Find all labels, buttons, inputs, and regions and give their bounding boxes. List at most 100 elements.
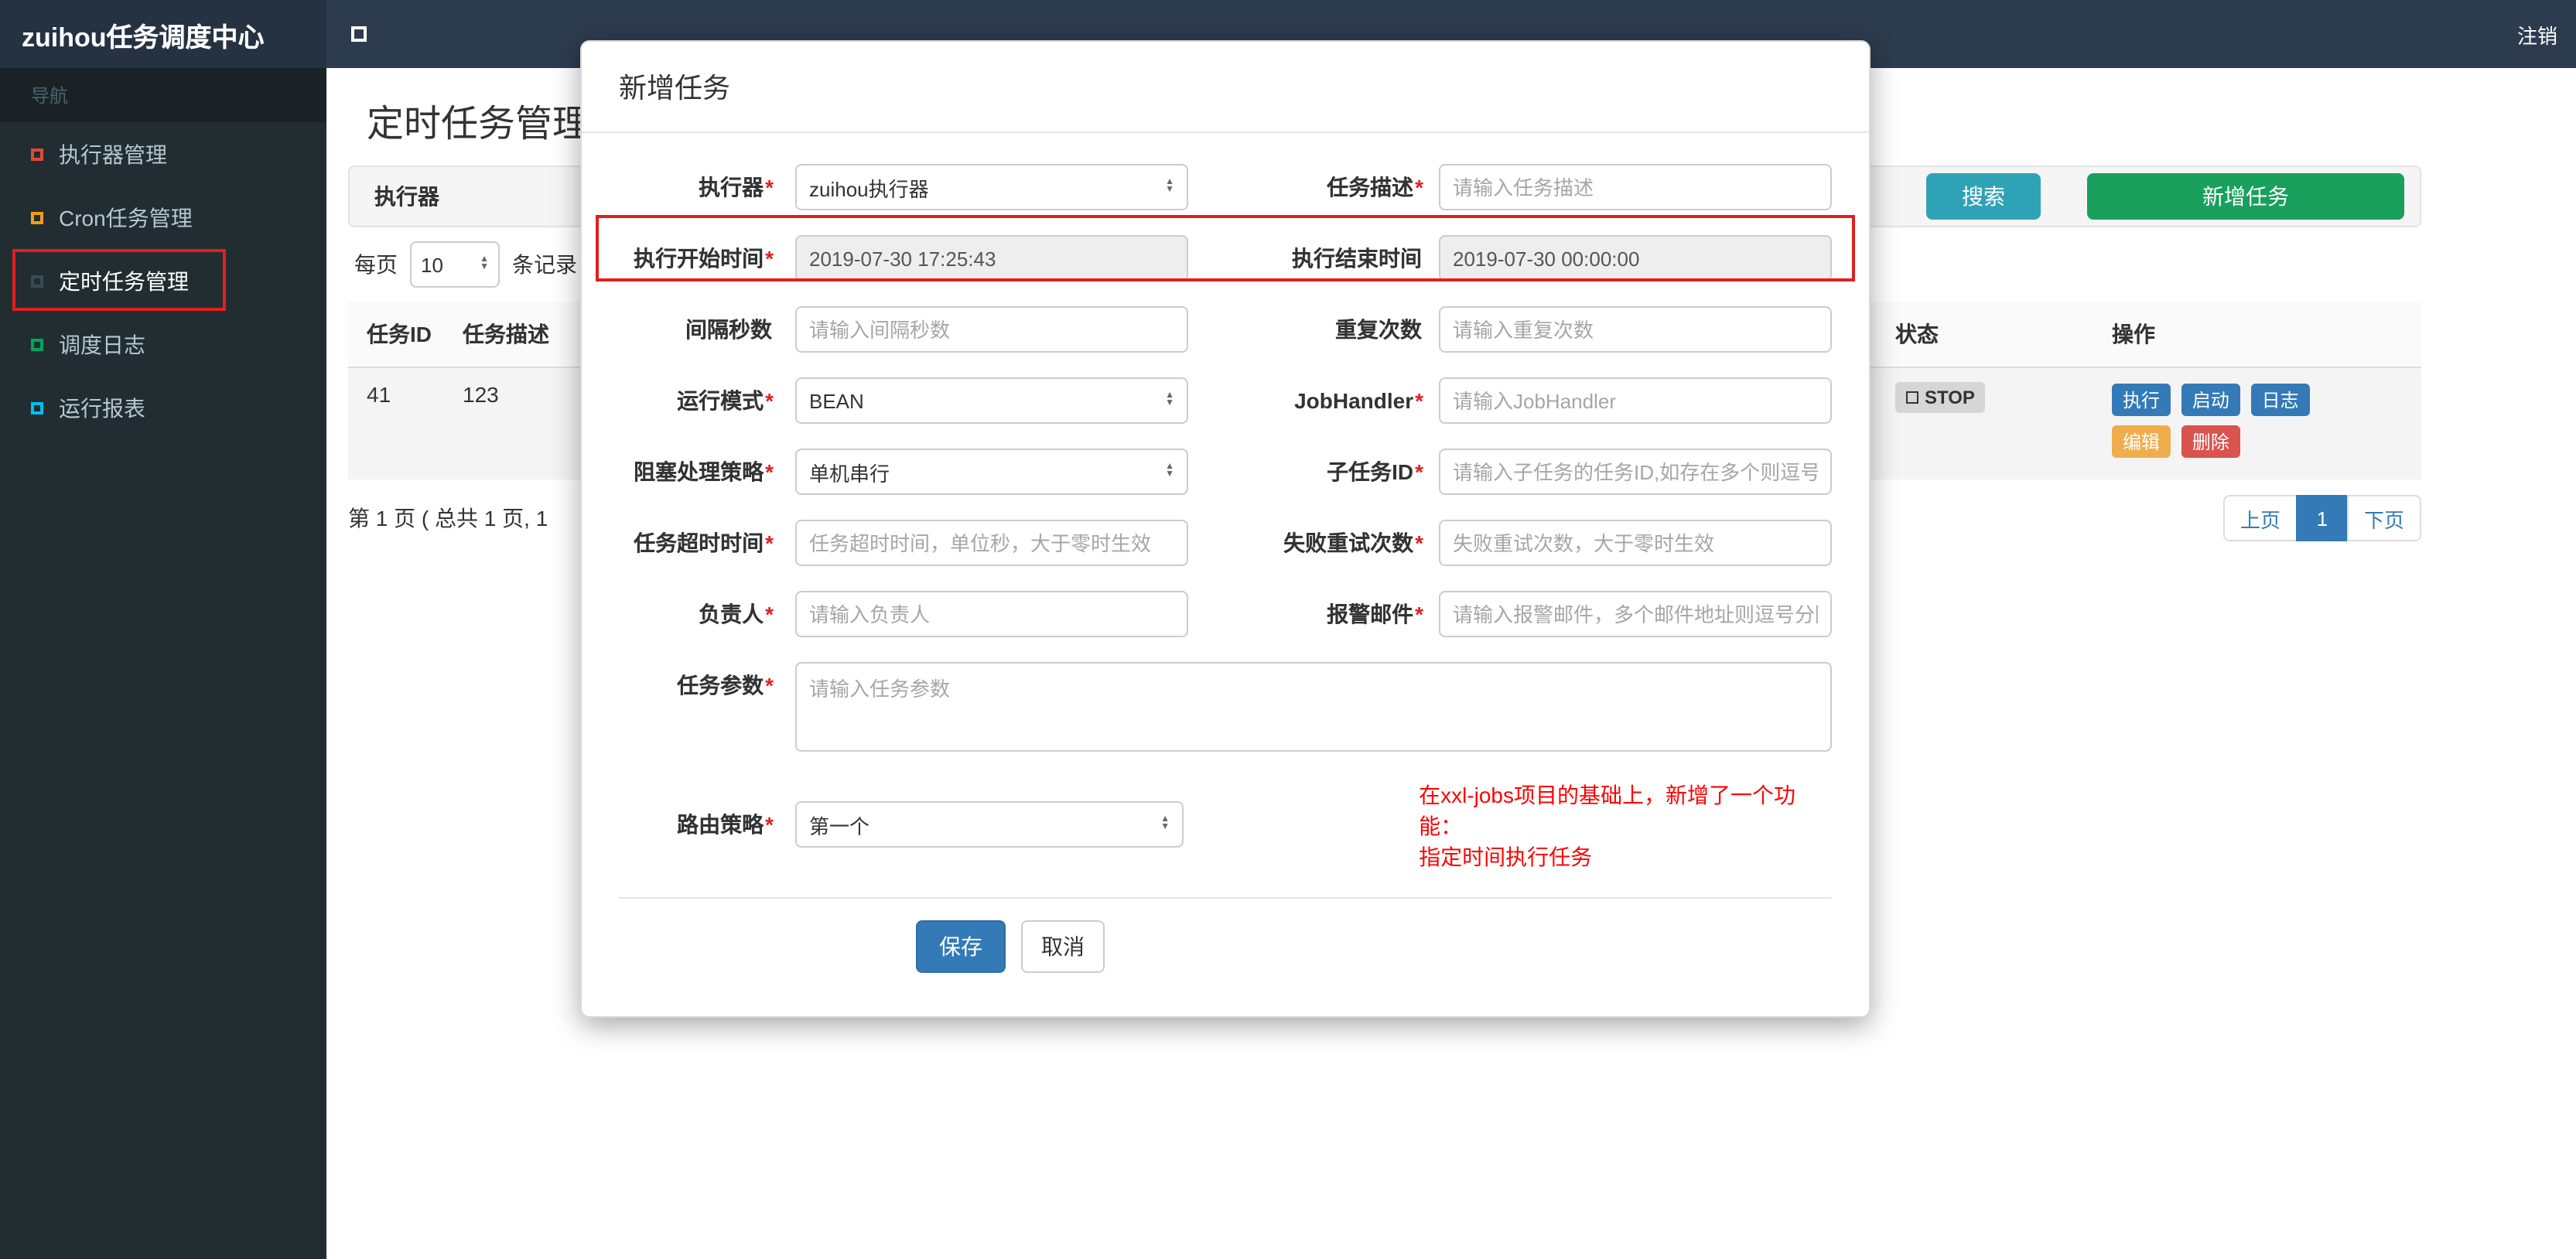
edit-button[interactable]: 编辑 <box>2112 425 2171 458</box>
per-page-suffix-label: 条记录 <box>512 252 577 277</box>
author-label: 负责人 * <box>699 602 774 626</box>
square-icon <box>31 275 43 287</box>
start-time-label: 执行开始时间 * <box>634 246 774 271</box>
sidebar-item-label: 调度日志 <box>59 332 145 357</box>
task-desc-label: 任务描述 * <box>1327 175 1423 200</box>
per-page-value: 10 <box>421 253 443 276</box>
retry-count-label: 失败重试次数 * <box>1283 531 1423 555</box>
col-header-status: 状态 <box>1877 302 2093 368</box>
prev-page-button[interactable]: 上页 <box>2222 495 2298 541</box>
route-strategy-select[interactable]: 第一个 ▲ ▼ <box>795 801 1184 848</box>
modal-footer: 保存 取消 <box>916 920 1832 1016</box>
feature-note: 在xxl-jobs项目的基础上，新增了一个功能： 指定时间执行任务 <box>1419 783 1796 869</box>
current-page-button[interactable]: 1 <box>2295 495 2349 541</box>
square-icon <box>31 338 43 350</box>
sidebar-toggle-icon[interactable] <box>351 26 367 42</box>
sidebar-item-label: 运行报表 <box>59 395 145 420</box>
form-row-gluetype-handler: 运行模式 * BEAN ▲ ▼ JobHandler * <box>619 377 1832 424</box>
select-arrows-icon: ▲ ▼ <box>1165 462 1174 479</box>
square-icon <box>31 148 43 160</box>
job-param-textarea[interactable] <box>795 662 1832 752</box>
executor-select[interactable]: zuihou执行器 ▲ ▼ <box>795 164 1188 210</box>
select-arrows-icon: ▲ ▼ <box>1160 815 1170 832</box>
add-task-button[interactable]: 新增任务 <box>2087 173 2404 220</box>
block-strategy-label: 阻塞处理策略 * <box>634 459 774 484</box>
pagination-summary: 第 1 页 ( 总共 1 页, 1 <box>348 506 548 531</box>
form-row-block-childjob: 阻塞处理策略 * 单机串行 ▲ ▼ 子任务ID * <box>619 449 1832 495</box>
select-arrows-icon: ▲ ▼ <box>1165 391 1174 408</box>
task-desc-input[interactable] <box>1439 164 1832 210</box>
interval-label: 间隔秒数 <box>685 317 772 342</box>
app-root: zuihou任务调度中心 注销 导航 执行器管理 Cron任务管理 定时任务管理… <box>0 0 2576 1259</box>
form-row-interval-repeat: 间隔秒数 重复次数 <box>619 306 1832 353</box>
logout-link[interactable]: 注销 <box>2517 19 2557 49</box>
glue-type-label: 运行模式 * <box>677 388 774 413</box>
square-icon <box>31 401 43 414</box>
jobhandler-label: JobHandler * <box>1294 388 1423 413</box>
timeout-label: 任务超时时间 * <box>634 531 774 555</box>
sidebar-item-label: 执行器管理 <box>59 142 167 166</box>
executor-label: 执行器 * <box>699 175 774 200</box>
run-button[interactable]: 执行 <box>2112 384 2171 416</box>
sidebar-item-label: Cron任务管理 <box>59 205 193 230</box>
modal-title: 新增任务 <box>582 42 1869 133</box>
per-page-select[interactable]: 10 ▲ ▼ <box>410 241 500 288</box>
add-task-modal: 新增任务 执行器* zuihou执行器 ▲▼ 任务描述* 执行开始时间* 执行结… <box>580 40 1871 1018</box>
end-time-label: 执行结束时间 <box>1292 246 1422 271</box>
sidebar: 导航 执行器管理 Cron任务管理 定时任务管理 调度日志 运行报表 <box>0 68 326 1259</box>
timeout-input[interactable] <box>795 520 1188 566</box>
child-jobid-input[interactable] <box>1439 449 1832 495</box>
brand-title: zuihou任务调度中心 <box>0 0 326 68</box>
select-arrows-icon: ▲ ▼ <box>1165 178 1174 195</box>
sidebar-nav-label: 导航 <box>0 68 326 122</box>
modal-body: 执行器* zuihou执行器 ▲▼ 任务描述* 执行开始时间* 执行结束时间 间… <box>582 133 1869 1016</box>
sidebar-item-scheduled-task-management[interactable]: 定时任务管理 <box>0 249 326 312</box>
jobhandler-input[interactable] <box>1439 377 1832 424</box>
pager: 上页 1 下页 <box>2222 495 2421 541</box>
glue-type-select[interactable]: BEAN ▲ ▼ <box>795 377 1188 424</box>
cell-actions: 执行 启动 日志 编辑 删除 <box>2093 367 2421 479</box>
retry-count-input[interactable] <box>1439 520 1832 566</box>
select-arrows-icon: ▲ ▼ <box>480 255 489 272</box>
author-input[interactable] <box>795 591 1188 637</box>
stop-icon <box>1906 391 1918 404</box>
cell-status: STOP <box>1877 367 2093 479</box>
block-strategy-select[interactable]: 单机串行 ▲ ▼ <box>795 449 1188 495</box>
child-jobid-label: 子任务ID * <box>1327 459 1423 484</box>
repeat-count-input[interactable] <box>1439 306 1832 353</box>
form-row-job-param: 任务参数 * <box>619 662 1832 752</box>
status-badge: STOP <box>1895 382 1986 413</box>
form-row-timeout-retry: 任务超时时间* 失败重试次数* <box>619 520 1832 566</box>
alarm-email-input[interactable] <box>1439 591 1832 637</box>
square-icon <box>31 211 43 223</box>
job-param-label: 任务参数 * <box>677 673 774 698</box>
col-header-task-id: 任务ID <box>348 302 444 368</box>
log-button[interactable]: 日志 <box>2250 384 2310 416</box>
start-button[interactable]: 启动 <box>2181 384 2240 416</box>
executor-filter-label: 执行器 <box>374 184 439 209</box>
form-row-author-email: 负责人* 报警邮件* <box>619 591 1832 637</box>
repeat-count-label: 重复次数 <box>1335 317 1422 342</box>
cancel-button[interactable]: 取消 <box>1021 920 1105 973</box>
end-time-input[interactable] <box>1439 235 1832 281</box>
sidebar-item-run-report[interactable]: 运行报表 <box>0 376 326 439</box>
col-header-actions: 操作 <box>2093 302 2421 368</box>
next-page-button[interactable]: 下页 <box>2346 495 2421 541</box>
route-strategy-label: 路由策略 * <box>677 812 774 837</box>
sidebar-item-dispatch-log[interactable]: 调度日志 <box>0 312 326 376</box>
delete-button[interactable]: 删除 <box>2181 425 2240 458</box>
form-row-executor-desc: 执行器 * zuihou执行器 ▲ ▼ 任务描述 * <box>619 164 1832 210</box>
search-button[interactable]: 搜索 <box>1926 173 2041 220</box>
start-time-input[interactable] <box>795 235 1188 281</box>
sidebar-item-executor-management[interactable]: 执行器管理 <box>0 122 326 186</box>
per-page-prefix-label: 每页 <box>354 252 398 277</box>
form-row-route-strategy: 路由策略 * 第一个 ▲ ▼ 在xxl-jobs项目的基础上，新增了一个功能： 指定… <box>619 776 1832 872</box>
cell-task-id: 41 <box>348 367 444 479</box>
save-button[interactable]: 保存 <box>916 920 1006 973</box>
form-row-time-range: 执行开始时间* 执行结束时间 <box>619 235 1832 281</box>
interval-input[interactable] <box>795 306 1188 353</box>
alarm-email-label: 报警邮件 * <box>1327 602 1423 626</box>
footer-divider <box>619 897 1832 899</box>
sidebar-item-cron-task-management[interactable]: Cron任务管理 <box>0 186 326 249</box>
sidebar-item-label: 定时任务管理 <box>59 268 189 293</box>
